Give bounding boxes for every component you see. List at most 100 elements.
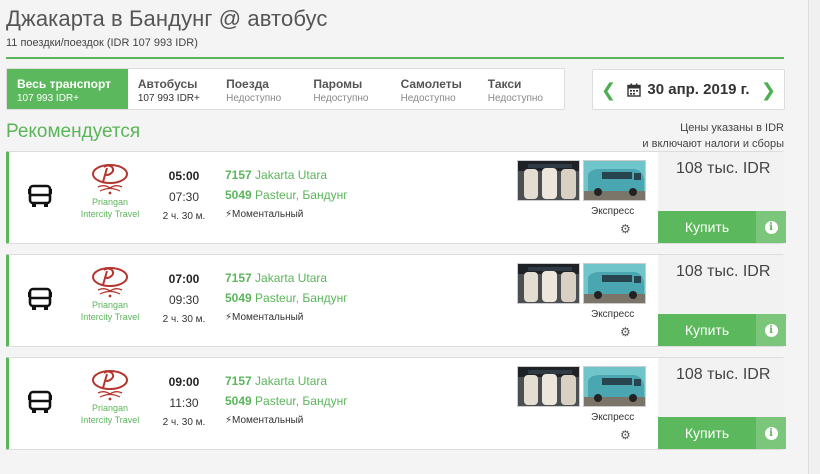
stop-name: Jakarta Utara: [251, 168, 328, 182]
stop-code: 5049: [225, 188, 252, 202]
tab-label: Поезда: [226, 77, 269, 91]
trip-stops: 7157 Jakarta Utara 5049 Pasteur, Бандунг…: [225, 168, 348, 220]
arrival-time: 11:30: [169, 396, 199, 410]
tab-label: Паромы: [313, 77, 363, 91]
tab-status: Недоступно: [487, 93, 543, 104]
buy-button[interactable]: Купить: [658, 417, 756, 449]
interior-photo[interactable]: [517, 366, 580, 407]
tab-all-transport[interactable]: Весь транспорт 107 993 IDR+: [7, 69, 128, 109]
info-button[interactable]: i: [756, 211, 786, 243]
info-button[interactable]: i: [756, 314, 786, 346]
arrival-stop[interactable]: 5049 Pasteur, Бандунг: [225, 394, 348, 408]
buy-button[interactable]: Купить: [658, 211, 756, 243]
tab-planes[interactable]: Самолеты Недоступно: [390, 69, 477, 109]
stop-name: Jakarta Utara: [251, 271, 328, 285]
arrival-time: 07:30: [168, 190, 200, 204]
tab-label: Автобусы: [137, 77, 198, 91]
vehicle-class: Экспресс: [591, 206, 635, 217]
interior-photo[interactable]: [517, 263, 580, 304]
trip-card[interactable]: Priangan Intercity Travel 07:00 09:30 2 …: [6, 254, 786, 347]
info-icon: i: [764, 220, 778, 234]
gear-icon[interactable]: ⚙: [620, 428, 631, 442]
instant-booking: ⚡Моментальный: [225, 415, 348, 426]
exterior-photo[interactable]: [583, 263, 646, 304]
tab-label: Самолеты: [400, 77, 462, 91]
stop-code: 7157: [225, 374, 252, 388]
header-divider: [6, 57, 784, 59]
exterior-photo[interactable]: [583, 366, 646, 407]
departure-time: 05:00: [168, 169, 200, 183]
gear-icon[interactable]: ⚙: [620, 325, 631, 339]
date-display[interactable]: 30 апр. 2019 г.: [627, 81, 750, 98]
vehicle-photos[interactable]: [517, 160, 646, 201]
date-text: 30 апр. 2019 г.: [647, 81, 750, 98]
lightning-icon: ⚡: [225, 209, 233, 220]
trip-stops: 7157 Jakarta Utara 5049 Pasteur, Бандунг…: [225, 374, 348, 426]
operator-logo: Priangan Intercity Travel: [75, 265, 145, 323]
price-panel: 108 тыс. IDR Купить i: [658, 255, 786, 346]
instant-label: Моментальный: [232, 312, 304, 323]
calendar-icon: [627, 83, 642, 97]
priangan-logo-icon: [92, 267, 128, 298]
price-note-line: и включают налоги и сборы: [642, 138, 784, 150]
date-picker: ❮ 30 апр. 2019 г. ❯: [592, 69, 785, 110]
trip-times: 05:00 07:30 2 ч. 30 м.: [154, 169, 214, 222]
page-header: Джакарта в Бандунг @ автобус 11 поездки/…: [6, 6, 784, 49]
tab-status: Недоступно: [400, 93, 456, 104]
transport-tabs: Весь транспорт 107 993 IDR+ Автобусы 107…: [6, 68, 565, 110]
tab-label: Такси: [487, 77, 522, 91]
tab-taxi[interactable]: Такси Недоступно: [477, 69, 564, 109]
departure-stop[interactable]: 7157 Jakarta Utara: [225, 168, 348, 182]
gear-icon[interactable]: ⚙: [620, 222, 631, 236]
lightning-icon: ⚡: [225, 415, 233, 426]
tab-label: Весь транспорт: [17, 77, 111, 91]
price-panel: 108 тыс. IDR Купить i: [658, 152, 786, 243]
trip-times: 07:00 09:30 2 ч. 30 м.: [154, 272, 214, 325]
departure-stop[interactable]: 7157 Jakarta Utara: [225, 271, 348, 285]
scrollbar[interactable]: [808, 0, 820, 474]
tab-trains[interactable]: Поезда Недоступно: [215, 69, 302, 109]
price-panel: 108 тыс. IDR Купить i: [658, 358, 786, 449]
trip-price: 108 тыс. IDR: [676, 263, 771, 280]
info-button[interactable]: i: [756, 417, 786, 449]
bus-icon: [28, 184, 52, 207]
operator-name: Priangan: [91, 403, 129, 413]
vehicle-photos[interactable]: [517, 366, 646, 407]
trip-count: 11 поездки/поездок (IDR 107 993 IDR): [6, 37, 198, 49]
operator-name: Intercity Travel: [80, 415, 140, 425]
trip-times: 09:00 11:30 2 ч. 30 м.: [154, 375, 214, 428]
bus-icon: [28, 390, 52, 413]
stop-name: Pasteur, Бандунг: [251, 188, 348, 202]
departure-stop[interactable]: 7157 Jakarta Utara: [225, 374, 348, 388]
tab-status: Недоступно: [226, 93, 282, 104]
interior-photo[interactable]: [517, 160, 580, 201]
trip-card[interactable]: Priangan Intercity Travel 09:00 11:30 2 …: [6, 357, 786, 450]
info-icon: i: [764, 323, 778, 337]
price-note: Цены указаны в IDR и включают налоги и с…: [642, 120, 784, 152]
arrival-stop[interactable]: 5049 Pasteur, Бандунг: [225, 291, 348, 305]
vehicle-class: Экспресс: [591, 412, 635, 423]
operator-name: Intercity Travel: [80, 312, 140, 322]
chevron-left-icon[interactable]: ❮: [601, 81, 616, 99]
operator-logo: Priangan Intercity Travel: [75, 368, 145, 426]
departure-time: 09:00: [168, 375, 200, 389]
buy-button[interactable]: Купить: [658, 314, 756, 346]
page-title: Джакарта в Бандунг @ автобус: [6, 6, 328, 31]
arrival-time: 09:30: [168, 293, 200, 307]
stop-code: 7157: [225, 271, 252, 285]
arrival-stop[interactable]: 5049 Pasteur, Бандунг: [225, 188, 348, 202]
tab-ferries[interactable]: Паромы Недоступно: [302, 69, 389, 109]
info-icon: i: [764, 426, 778, 440]
exterior-photo[interactable]: [583, 160, 646, 201]
stop-code: 5049: [225, 394, 252, 408]
priangan-logo-icon: [92, 370, 128, 401]
operator-name: Intercity Travel: [80, 209, 140, 219]
chevron-right-icon[interactable]: ❯: [761, 81, 776, 99]
vehicle-photos[interactable]: [517, 263, 646, 304]
duration: 2 ч. 30 м.: [162, 211, 206, 222]
recommended-heading: Рекомендуется: [6, 121, 141, 142]
trip-card[interactable]: Priangan Intercity Travel 05:00 07:30 2 …: [6, 151, 786, 244]
bus-icon: [28, 287, 52, 310]
tab-buses[interactable]: Автобусы 107 993 IDR+: [128, 69, 215, 109]
price-note-line: Цены указаны в IDR: [680, 122, 784, 134]
